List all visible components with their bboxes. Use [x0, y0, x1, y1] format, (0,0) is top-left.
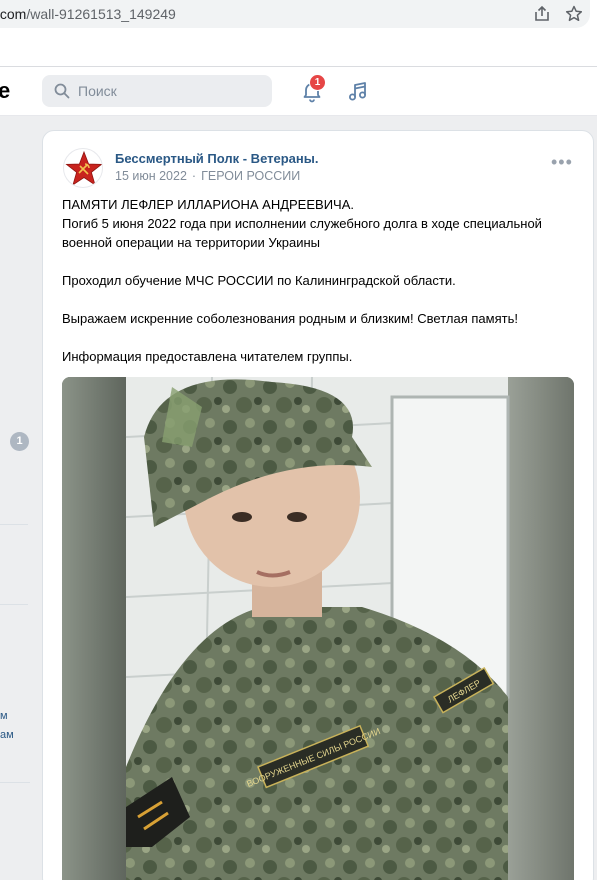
address-bar[interactable]: vk.com/wall-91261513_149249: [0, 0, 590, 28]
post-line: военной операции на территории Украины: [62, 235, 321, 250]
post-text: ПАМЯТИ ЛЕФЛЕР ИЛЛАРИОНА АНДРЕЕВИЧА. Поги…: [62, 195, 582, 366]
post-line: ПАМЯТИ ЛЕФЛЕР ИЛЛАРИОНА АНДРЕЕВИЧА.: [62, 197, 354, 212]
post-photo[interactable]: ВООРУЖЕННЫЕ СИЛЫ РОССИИ ЛЕФЛЕР: [62, 377, 574, 880]
sidebar-link-fragment[interactable]: м: [0, 710, 8, 722]
sidebar-count-badge: 1: [10, 432, 29, 451]
more-options-icon[interactable]: •••: [551, 153, 573, 171]
url-path: /wall-91261513_149249: [26, 6, 176, 22]
url-text[interactable]: vk.com/wall-91261513_149249: [0, 6, 176, 22]
post-line: Информация предоставлена читателем групп…: [62, 349, 353, 364]
post-author-link[interactable]: Бессмертный Полк - Ветераны.: [115, 151, 318, 166]
post-category[interactable]: ГЕРОИ РОССИИ: [201, 169, 300, 183]
post-line: Проходил обучение МЧС РОССИИ по Калининг…: [62, 273, 456, 288]
sidebar-link-fragment[interactable]: ам: [0, 729, 14, 741]
post-line: Выражаем искренние соболезнования родным…: [62, 311, 518, 326]
post-date[interactable]: 15 июн 2022: [115, 169, 187, 183]
browser-bookmarks-area: [0, 30, 597, 67]
sidebar-divider: [0, 782, 30, 783]
site-logo[interactable]: e: [0, 78, 10, 104]
sidebar-divider: [0, 524, 28, 525]
post-line: Погиб 5 июня 2022 года при исполнении сл…: [62, 216, 542, 231]
site-header: e Поиск 1: [0, 67, 597, 116]
search-placeholder: Поиск: [78, 83, 117, 99]
sidebar-divider: [0, 604, 28, 605]
red-star-icon: [65, 150, 102, 186]
wall-post: Бессмертный Полк - Ветераны. 15 июн 2022…: [42, 130, 594, 880]
browser-toolbar: vk.com/wall-91261513_149249: [0, 0, 597, 30]
search-input[interactable]: Поиск: [42, 75, 272, 107]
search-icon: [54, 83, 70, 99]
share-icon[interactable]: [532, 4, 552, 24]
url-host: vk.com: [0, 6, 27, 22]
group-avatar[interactable]: [63, 148, 103, 188]
music-icon[interactable]: [346, 79, 370, 103]
bookmark-star-icon[interactable]: [564, 4, 584, 24]
post-meta: 15 июн 2022 · ГЕРОИ РОССИИ: [115, 169, 301, 183]
notification-badge: 1: [309, 74, 326, 91]
